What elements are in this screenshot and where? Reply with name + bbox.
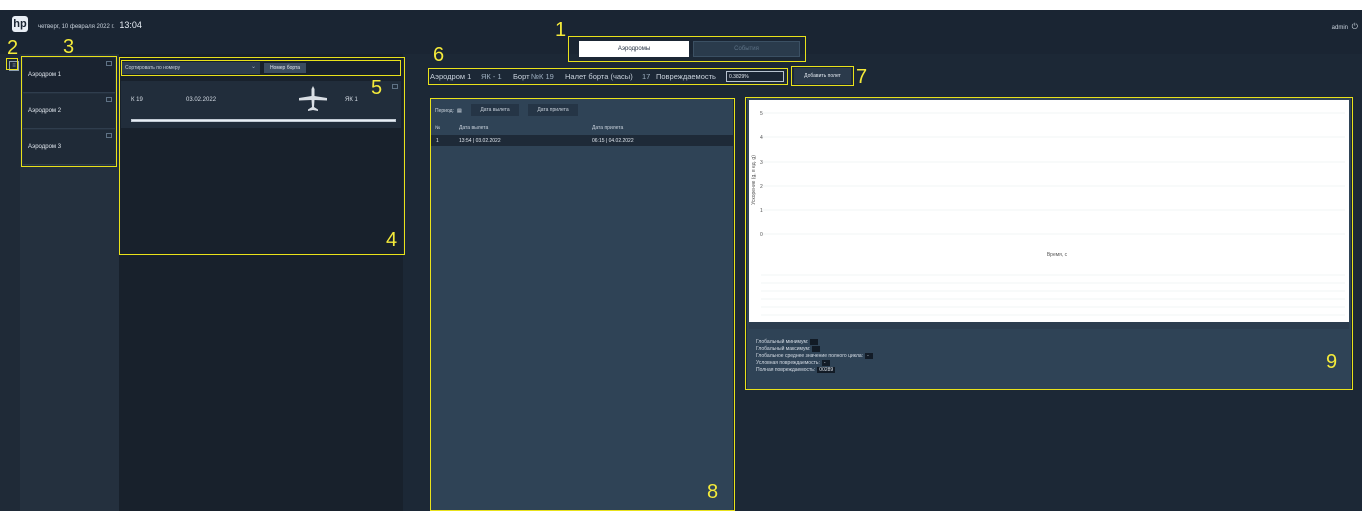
annotation-label-6: 6 xyxy=(433,44,445,66)
annotation-label-5: 5 xyxy=(371,77,383,99)
left-rail xyxy=(0,54,20,511)
username: admin xyxy=(1331,25,1348,31)
date-text: четверг, 10 февраля 2022 г. xyxy=(38,24,115,30)
annotation-box-6 xyxy=(428,68,788,85)
date-time: четверг, 10 февраля 2022 г. 13:04 xyxy=(38,20,142,30)
annotation-label-9: 9 xyxy=(1326,351,1338,373)
right-gap xyxy=(1352,54,1362,511)
annotation-box-3 xyxy=(21,56,117,167)
annotation-box-8 xyxy=(430,98,735,511)
annotation-box-9 xyxy=(745,97,1353,390)
annotation-label-3: 3 xyxy=(63,36,75,58)
time-text: 13:04 xyxy=(119,20,142,30)
annotation-box-5 xyxy=(121,60,401,76)
annotation-label-8: 8 xyxy=(707,481,719,503)
annotation-label-2: 2 xyxy=(7,37,19,59)
top-strip xyxy=(0,0,1362,10)
annotation-label-1: 1 xyxy=(555,19,567,41)
annotation-box-4 xyxy=(119,57,405,255)
annotation-label-7: 7 xyxy=(856,66,868,88)
annotation-box-1 xyxy=(568,36,806,62)
annotation-box-7 xyxy=(791,66,854,86)
power-icon[interactable]: ⏻ xyxy=(1352,22,1358,31)
annotation-box-2 xyxy=(6,58,18,70)
annotation-label-4: 4 xyxy=(386,229,398,251)
logo-icon: hp xyxy=(12,16,28,32)
user-menu[interactable]: admin ⏻ xyxy=(1332,22,1358,32)
main-gap xyxy=(403,54,417,511)
